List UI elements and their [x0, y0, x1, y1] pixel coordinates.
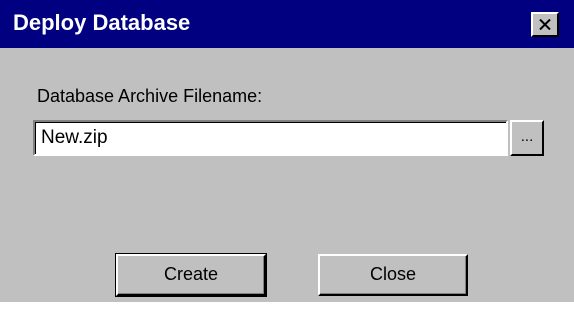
- window-close-button[interactable]: [531, 12, 559, 37]
- create-button[interactable]: Create: [115, 253, 267, 297]
- title-bar[interactable]: Deploy Database: [0, 0, 574, 48]
- browse-button[interactable]: ...: [510, 120, 544, 156]
- archive-filename-input[interactable]: [33, 120, 508, 156]
- close-x-icon: [539, 19, 551, 30]
- archive-filename-label: Database Archive Filename:: [37, 86, 263, 106]
- deploy-database-dialog: Deploy Database Database Archive Filenam…: [0, 0, 574, 302]
- window-title: Deploy Database: [13, 10, 191, 35]
- close-button[interactable]: Close: [318, 254, 468, 296]
